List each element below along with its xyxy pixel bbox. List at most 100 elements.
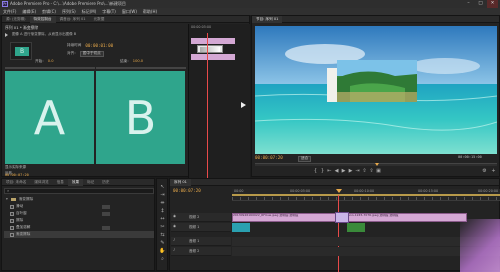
list-item[interactable]: 叠加溶解 <box>4 224 154 231</box>
menu-help[interactable]: 帮助(H) <box>143 9 157 14</box>
end-row: 结束： 100.0 <box>120 59 143 64</box>
start-value[interactable]: 0.0 <box>48 59 54 64</box>
step-back-icon[interactable]: ◀ <box>333 168 340 174</box>
slip-tool-icon[interactable]: ⇆ <box>159 232 166 238</box>
zoom-tool-icon[interactable]: ⌕ <box>159 256 166 262</box>
tab-effects[interactable]: 效果 <box>67 178 84 186</box>
program-playhead-icon[interactable] <box>375 163 379 166</box>
selection-tool-icon[interactable]: ↖ <box>159 184 166 190</box>
tab-effect-controls[interactable]: 特效控制台 <box>29 15 56 23</box>
effect-controls-body: 序列 01 * 渐变擦除 图像 A 进行渐变擦除，从而显示出图像 B B 持续时… <box>2 24 251 178</box>
zoom-fit-dropdown[interactable]: 适合 <box>298 156 312 162</box>
pen-tool-icon[interactable]: ✎ <box>159 240 166 246</box>
tab-info[interactable]: 信息 <box>53 179 68 186</box>
end-value[interactable]: 100.0 <box>133 59 143 64</box>
folder-icon <box>10 198 16 201</box>
speaker-icon[interactable]: ♪ <box>173 238 175 243</box>
checkbox-icon[interactable] <box>10 232 14 237</box>
checkbox-icon[interactable] <box>10 225 14 230</box>
tab-program[interactable]: 节目: 序列 01 <box>252 15 283 23</box>
playhead-handle-icon[interactable] <box>336 189 342 193</box>
program-viewer[interactable] <box>254 26 498 154</box>
tab-sequence[interactable]: 序列 01 <box>170 178 191 186</box>
project-tabbar: 项目: 未命名 媒体浏览 信息 效果 标记 历史 <box>2 178 154 186</box>
menu-title[interactable]: 字幕(T) <box>102 9 116 14</box>
eye-icon[interactable]: ◉ <box>173 224 176 229</box>
timeline-timecode[interactable]: 00:00:07:20 <box>173 188 201 193</box>
decorative-overlay <box>460 219 500 272</box>
tab-metadata[interactable]: 元数据 <box>90 16 109 23</box>
track-select-tool-icon[interactable]: ⇥ <box>159 192 166 198</box>
menu-clip[interactable]: 剪辑(C) <box>42 9 56 14</box>
tab-audio-mixer[interactable]: 调音台: 序列 01 <box>56 16 90 23</box>
checkbox-icon[interactable] <box>10 211 14 216</box>
checkbox-icon[interactable] <box>10 204 14 209</box>
ruler-tick-label: 00:00:05:00 <box>290 189 311 193</box>
step-forward-icon[interactable]: ▶ <box>347 168 354 174</box>
menu-edit[interactable]: 编辑(E) <box>22 9 36 14</box>
menu-marker[interactable]: 标记(M) <box>82 9 97 14</box>
rolling-edit-tool-icon[interactable]: ‡ <box>159 208 166 214</box>
list-item[interactable]: 滑动 <box>4 203 154 210</box>
tab-history[interactable]: 历史 <box>98 179 113 186</box>
tab-project[interactable]: 项目: 未命名 <box>2 179 30 186</box>
transition-marker[interactable] <box>335 212 349 223</box>
checkbox-icon[interactable] <box>10 218 14 223</box>
settings-wrench-icon[interactable]: ⚙ <box>481 168 488 174</box>
duration-value[interactable]: 00:00:01:00 <box>85 43 113 48</box>
razor-tool-icon[interactable]: ✂ <box>159 224 166 230</box>
start-slider[interactable] <box>5 67 95 69</box>
play-transition-icon[interactable] <box>5 33 9 37</box>
go-to-out-icon[interactable]: ⇥ <box>354 168 361 174</box>
maximize-button[interactable]: □ <box>475 0 486 8</box>
effects-search-input[interactable]: ⌕ <box>4 188 154 194</box>
show-actual-sources[interactable]: 显示实际来源 <box>5 165 26 170</box>
menu-window[interactable]: 窗口(W) <box>122 9 137 14</box>
tab-media-browser[interactable]: 媒体浏览 <box>30 179 52 186</box>
list-item-selected[interactable]: 渐变擦除 <box>4 231 154 238</box>
clip-video-2[interactable]: ann-1245-7076.jpeg 透明度:透明度 <box>347 213 467 222</box>
list-item[interactable]: 擦除 <box>4 217 154 224</box>
add-button-icon[interactable]: + <box>490 168 497 174</box>
mark-in-icon[interactable]: { <box>312 168 319 174</box>
transition-bar[interactable] <box>197 45 223 53</box>
alignment-dropdown[interactable]: 居中于切点 <box>79 51 104 57</box>
export-frame-icon[interactable]: ▣ <box>375 168 382 174</box>
list-item[interactable]: 百叶窗 <box>4 210 154 217</box>
clip-thumbnail-2 <box>347 223 365 232</box>
track-header-audio-1[interactable]: ♪ 音频 1 <box>171 237 231 246</box>
track-header-video-1[interactable]: ◉ 视频 1 <box>171 223 231 232</box>
track-name: 视频 1 <box>189 225 200 229</box>
lift-icon[interactable]: ⇧ <box>361 168 368 174</box>
play-icon[interactable]: ▶ <box>340 168 347 174</box>
app-icon: Pr <box>2 1 8 7</box>
extract-icon[interactable]: ⇪ <box>368 168 375 174</box>
clip-label: ann-1245-7076.jpeg 透明度:透明度 <box>348 213 399 217</box>
work-area-bar[interactable] <box>232 194 500 196</box>
rate-stretch-tool-icon[interactable]: ↔ <box>159 216 166 222</box>
program-timecode[interactable]: 00:00:07:20 <box>255 155 283 160</box>
end-slider[interactable] <box>96 67 186 69</box>
clip-video-1[interactable]: 20130926160022_RFUsw.jpeg 透明度:透明度 <box>232 213 347 222</box>
minimize-button[interactable]: – <box>463 0 474 8</box>
timeline-ruler[interactable]: 00:00 00:00:05:00 00:00:10:00 00:00:15:0… <box>232 189 500 201</box>
menu-file[interactable]: 文件(F) <box>3 9 16 14</box>
go-to-in-icon[interactable]: ⇤ <box>326 168 333 174</box>
program-scrubber[interactable] <box>255 163 497 166</box>
tab-source[interactable]: 源: (无剪辑) <box>2 16 30 23</box>
eye-icon[interactable]: ◉ <box>173 214 176 219</box>
mark-out-icon[interactable]: } <box>319 168 326 174</box>
mini-playhead[interactable] <box>207 33 208 178</box>
menu-sequence[interactable]: 序列(S) <box>62 9 76 14</box>
track-header-video-2[interactable]: ◉ 视频 2 <box>171 213 231 222</box>
mini-clip-a-bar <box>191 38 235 44</box>
track-header-audio-2[interactable]: ♪ 音频 2 <box>171 247 231 256</box>
tab-markers[interactable]: 标记 <box>83 179 98 186</box>
timeline-playhead[interactable] <box>338 195 339 272</box>
hand-tool-icon[interactable]: ✋ <box>159 248 166 254</box>
item-label: 叠加溶解 <box>16 224 31 229</box>
close-button[interactable]: ✕ <box>487 0 498 8</box>
ripple-edit-tool-icon[interactable]: ⇹ <box>159 200 166 206</box>
effects-folder[interactable]: ▾ 渐变擦除 <box>4 196 154 203</box>
speaker-icon[interactable]: ♪ <box>173 248 175 253</box>
